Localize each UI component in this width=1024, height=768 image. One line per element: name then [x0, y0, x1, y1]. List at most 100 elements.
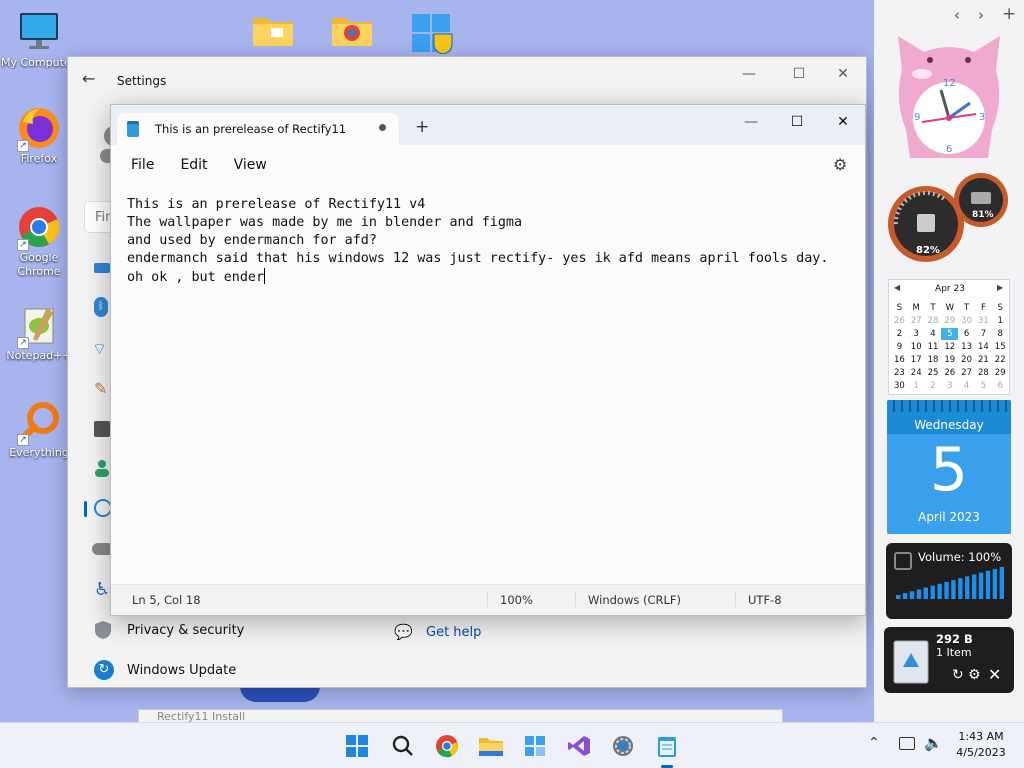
nav-item-windows-update[interactable]: Windows Update	[127, 663, 236, 678]
calendar-day[interactable]: 11	[925, 341, 942, 353]
sidebar-next-icon[interactable]: ›	[978, 6, 984, 24]
menu-edit[interactable]: Edit	[166, 157, 219, 173]
calendar-day[interactable]: 29	[941, 315, 958, 327]
unsaved-dot-icon[interactable]	[379, 124, 386, 131]
calendar-day[interactable]: 7	[975, 328, 992, 340]
help-icon[interactable]: 💬	[394, 623, 413, 641]
clock-time[interactable]: 1:43 AM	[950, 730, 1012, 743]
calendar-day[interactable]: 8	[992, 328, 1009, 340]
calendar-day[interactable]: 2	[891, 328, 908, 340]
desktop-icon-everything[interactable]: ↗ Everything	[1, 400, 77, 459]
gear-icon[interactable]: ⚙	[833, 155, 847, 174]
clock-date[interactable]: 4/5/2023	[950, 746, 1012, 759]
personalization-icon[interactable]: ✎	[94, 379, 107, 398]
volume-bars[interactable]	[896, 565, 1004, 599]
new-tab-button[interactable]: +	[415, 119, 429, 136]
calendar-day[interactable]: 26	[941, 367, 958, 379]
calendar-today[interactable]: 5	[941, 328, 959, 340]
sidebar-prev-icon[interactable]: ‹	[954, 6, 960, 24]
sidebar-add-icon[interactable]: +	[1002, 4, 1016, 24]
system-icon[interactable]	[94, 263, 110, 273]
windows-shield-icon[interactable]	[410, 10, 454, 55]
privacy-shield-icon[interactable]	[94, 620, 112, 640]
calendar-day[interactable]: 30	[891, 380, 908, 392]
folder-icon[interactable]	[251, 12, 295, 48]
search-icon[interactable]	[388, 731, 418, 761]
clock-gadget[interactable]: 12 3 6 9	[892, 30, 1006, 162]
calendar-day[interactable]: 10	[908, 341, 925, 353]
volume-gadget[interactable]: Volume: 100%	[886, 543, 1012, 619]
desktop-icon-firefox[interactable]: ↗ Firefox	[1, 106, 77, 165]
calendar-day[interactable]: 19	[941, 354, 958, 366]
desktop-icon-chrome[interactable]: ↗ Google Chrome	[1, 205, 77, 279]
minimize-button[interactable]: —	[726, 57, 772, 91]
calendar-gadget[interactable]: ◀ Apr 23 ▶ S M T W T F S 26 27 28 29 30 31 1 2 3 4 5 6 7 8 9 1…	[888, 279, 1010, 395]
chrome-icon[interactable]	[432, 731, 462, 761]
gear-icon[interactable]: ⚙	[968, 667, 981, 683]
menu-file[interactable]: File	[119, 157, 166, 173]
calendar-day[interactable]: 6	[958, 328, 975, 340]
status-zoom[interactable]: 100%	[500, 593, 533, 607]
calendar-day[interactable]: 4	[958, 380, 975, 392]
calendar-day[interactable]: 21	[975, 354, 992, 366]
calendar-day[interactable]: 1	[908, 380, 925, 392]
background-window[interactable]: Rectify11 Install	[138, 709, 783, 723]
calendar-day[interactable]: 27	[958, 367, 975, 379]
maximize-button[interactable]: ☐	[776, 57, 822, 91]
calendar-day[interactable]: 3	[941, 380, 958, 392]
calendar-day[interactable]: 1	[992, 315, 1009, 327]
recycle-bin-gadget[interactable]: 292 B 1 Item ↻ ⚙ ✕	[884, 627, 1014, 693]
start-button[interactable]	[342, 731, 372, 761]
close-button[interactable]: ✕	[820, 105, 866, 139]
settings-icon[interactable]	[608, 731, 638, 761]
notepad-window[interactable]: This is an prerelease of Rectify11 + — ☐…	[110, 104, 866, 616]
calendar-day[interactable]: 23	[891, 367, 908, 379]
calendar-day[interactable]: 16	[891, 354, 908, 366]
ram-meter-gadget[interactable]: 81%	[952, 172, 1010, 228]
maximize-button[interactable]: ☐	[774, 105, 820, 139]
chrome-folder-icon[interactable]	[330, 12, 374, 48]
menu-view[interactable]: View	[220, 157, 279, 173]
status-line-ending[interactable]: Windows (CRLF)	[588, 593, 681, 607]
calendar-day[interactable]: 6	[992, 380, 1009, 392]
empty-bin-icon[interactable]: ✕	[988, 665, 1001, 684]
calendar-day[interactable]: 17	[908, 354, 925, 366]
update-icon[interactable]: ↻	[94, 660, 114, 680]
calendar-day[interactable]: 28	[975, 367, 992, 379]
calendar-day[interactable]: 18	[925, 354, 942, 366]
bluetooth-icon[interactable]: ᛒ	[94, 297, 108, 317]
get-help-link[interactable]: Get help	[426, 625, 481, 640]
chevron-up-icon[interactable]: ⌃	[868, 735, 880, 751]
apps-icon[interactable]	[94, 421, 110, 437]
calendar-next-icon[interactable]: ▶	[997, 283, 1003, 292]
calendar-day[interactable]: 26	[891, 315, 908, 327]
network-icon[interactable]	[899, 737, 915, 750]
accessibility-icon[interactable]: ♿	[94, 579, 110, 600]
file-explorer-icon[interactable]	[476, 731, 506, 761]
calendar-day[interactable]: 13	[958, 341, 975, 353]
calendar-day[interactable]: 25	[925, 367, 942, 379]
calendar-day[interactable]: 14	[975, 341, 992, 353]
date-gadget[interactable]: Wednesday 5 April 2023	[887, 400, 1011, 534]
calendar-day[interactable]: 31	[975, 315, 992, 327]
calendar-day[interactable]: 5	[975, 380, 992, 392]
status-encoding[interactable]: UTF-8	[748, 593, 782, 607]
notepad-tab[interactable]: This is an prerelease of Rectify11	[117, 113, 399, 145]
minimize-button[interactable]: —	[728, 105, 774, 139]
desktop-icon-notepadpp[interactable]: ↗ Notepad++	[1, 303, 77, 362]
calendar-day[interactable]: 29	[992, 367, 1009, 379]
calendar-day[interactable]: 3	[908, 328, 925, 340]
close-button[interactable]: ✕	[820, 57, 866, 91]
desktop-icon-my-computer[interactable]: My Computer	[1, 10, 77, 69]
back-arrow-icon[interactable]: ←	[82, 69, 102, 89]
notepad-icon[interactable]	[652, 731, 682, 761]
calendar-day[interactable]: 28	[925, 315, 942, 327]
calendar-day[interactable]: 2	[925, 380, 942, 392]
calendar-day[interactable]: 15	[992, 341, 1009, 353]
network-icon[interactable]: ⌔	[92, 339, 107, 359]
calendar-day[interactable]: 12	[941, 341, 958, 353]
calendar-day[interactable]: 22	[992, 354, 1009, 366]
calendar-day[interactable]: 27	[908, 315, 925, 327]
nav-item-privacy[interactable]: Privacy & security	[127, 623, 244, 638]
calendar-day[interactable]: 24	[908, 367, 925, 379]
